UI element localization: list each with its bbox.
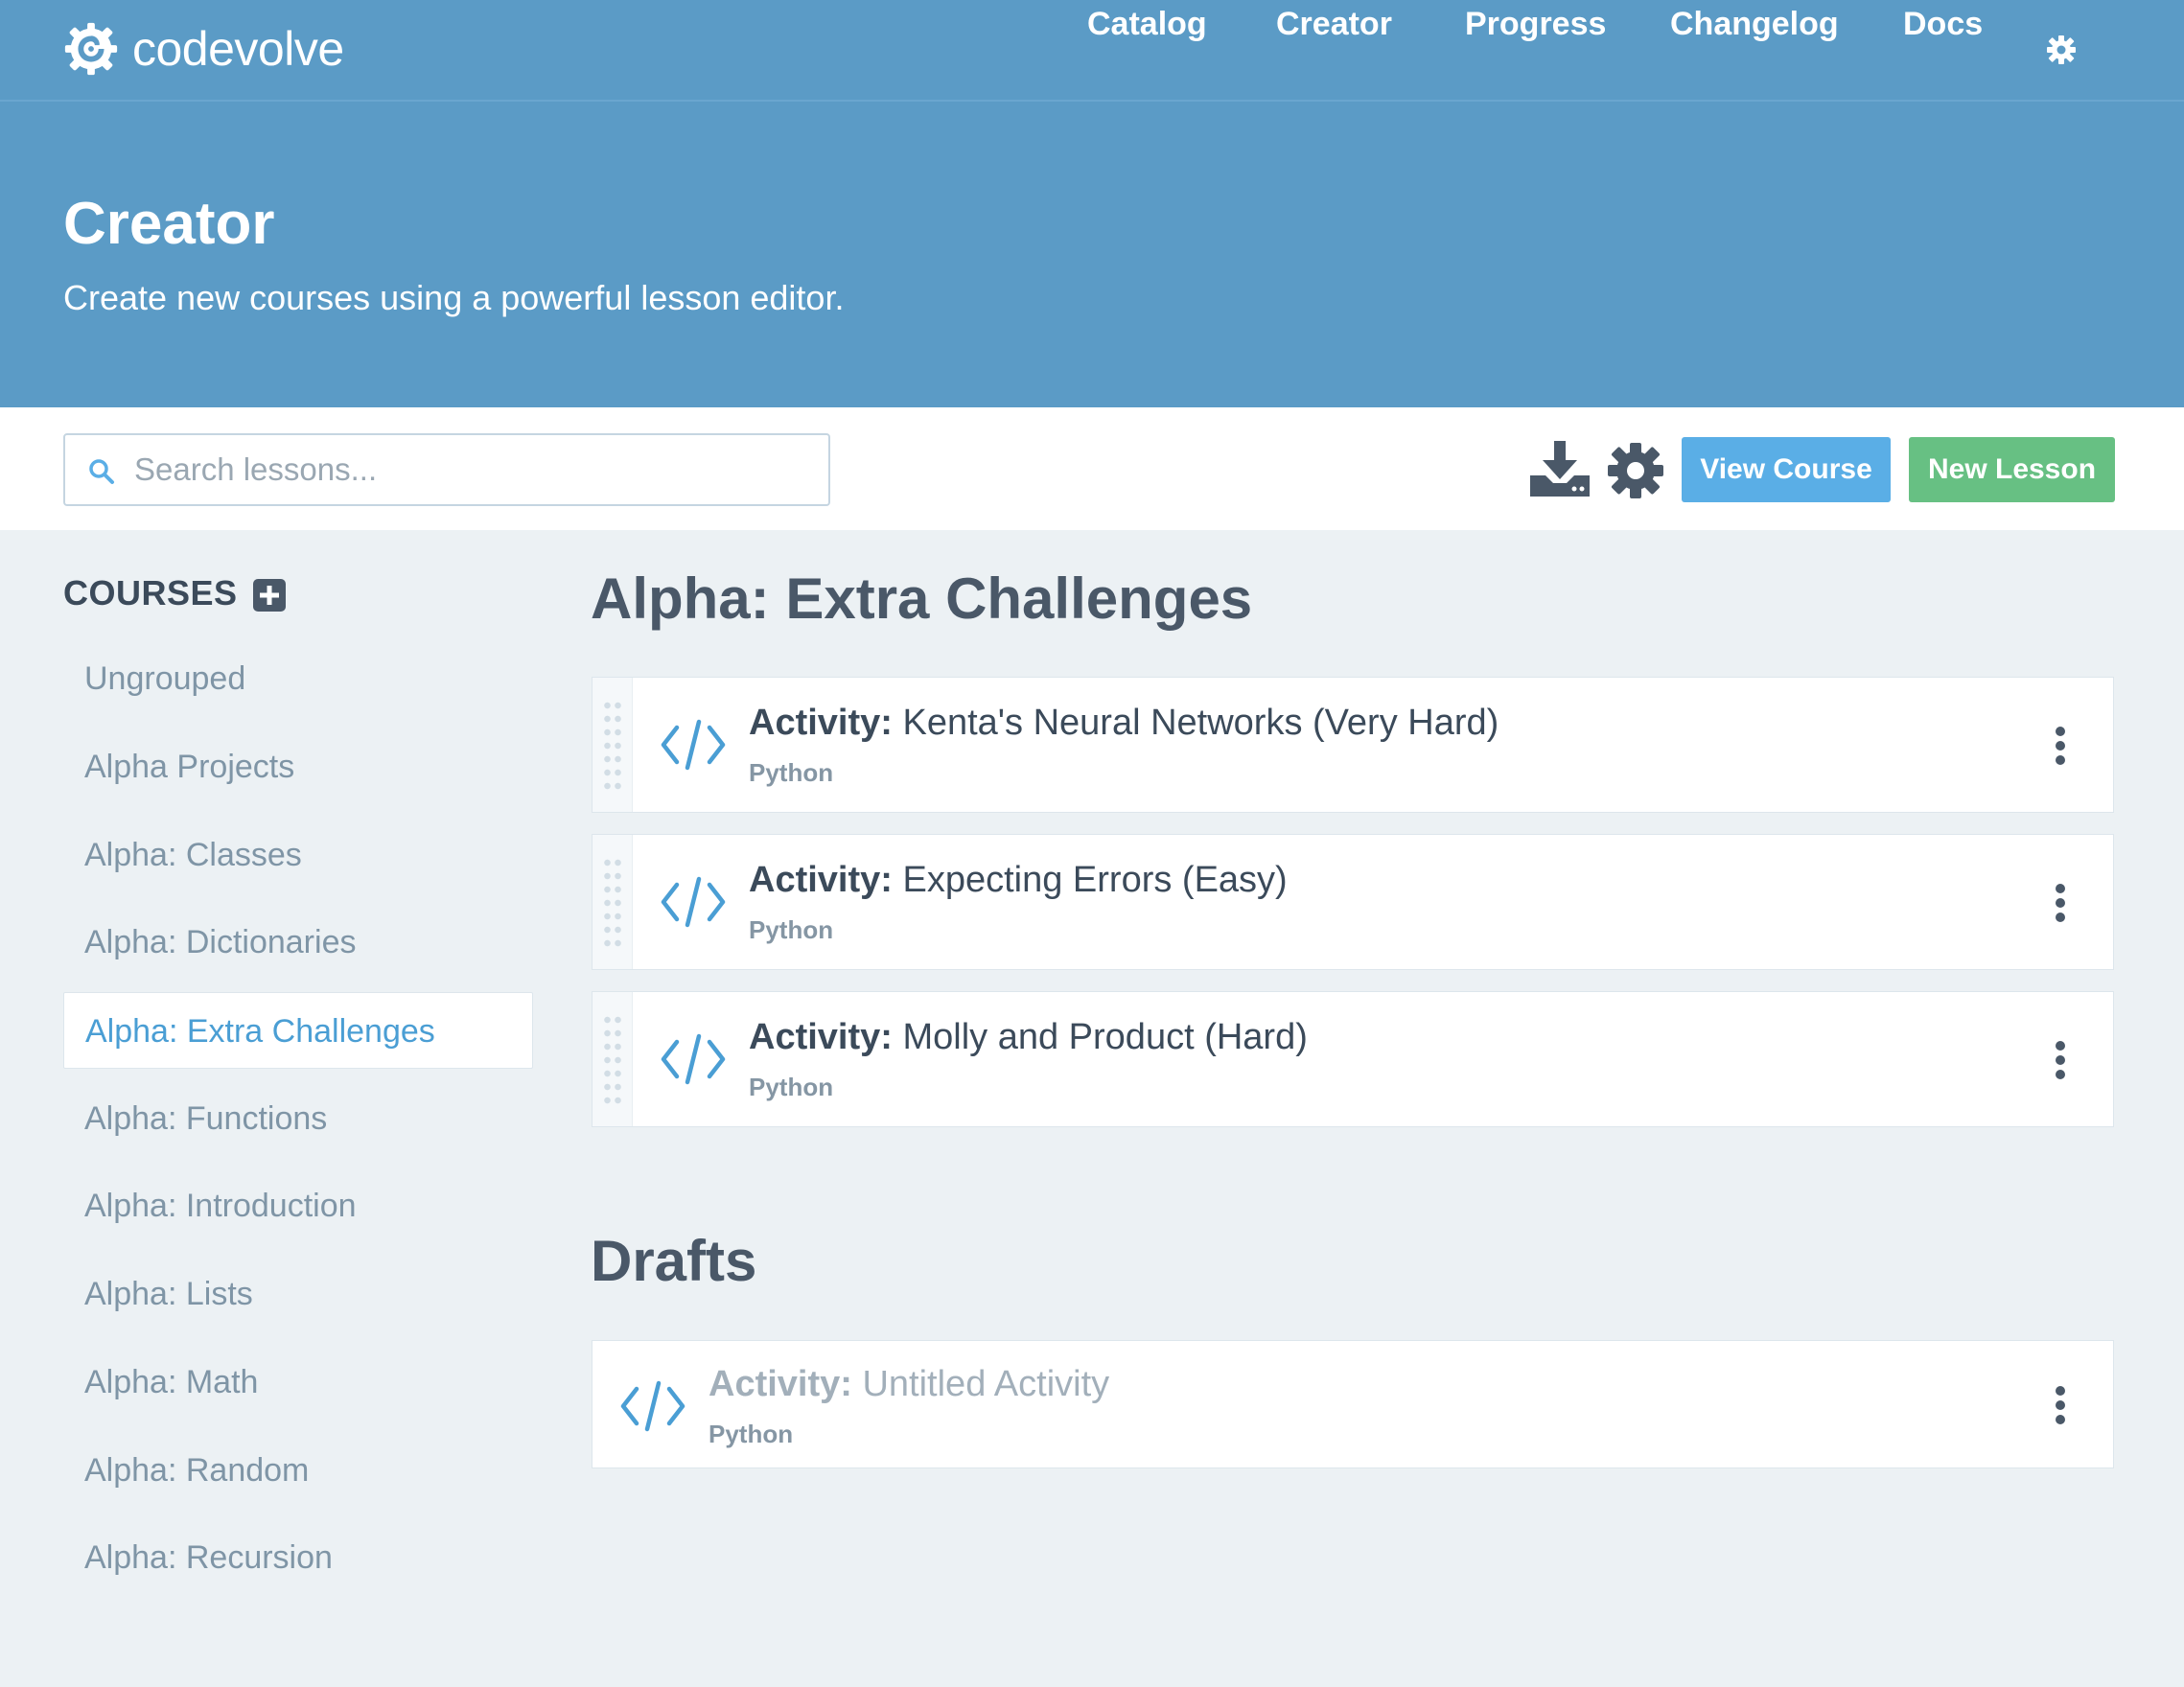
search-icon [89,459,114,484]
lesson-title[interactable]: Activity: Kenta's Neural Networks (Very … [749,703,1499,744]
lesson-type: Activity: [709,1364,852,1404]
course-item-alpha-math[interactable]: Alpha: Math [63,1344,533,1421]
course-item-alpha-classes[interactable]: Alpha: Classes [63,817,533,893]
lesson-toolbar: View Course New Lesson [0,407,2184,530]
nav-link-docs[interactable]: Docs [1903,0,1983,48]
view-course-button[interactable]: View Course [1682,437,1891,502]
lesson-language: Python [749,758,834,787]
lesson-title[interactable]: Activity: Expecting Errors (Easy) [749,860,1288,901]
drag-handle-icon[interactable] [592,992,633,1126]
course-item-ungrouped[interactable]: Ungrouped [63,640,533,717]
courses-heading: COURSES [63,573,238,612]
lesson-name: Kenta's Neural Networks (Very Hard) [902,703,1499,743]
new-lesson-button[interactable]: New Lesson [1909,437,2115,502]
download-icon[interactable] [1530,441,1590,497]
course-item-alpha-dictionaries[interactable]: Alpha: Dictionaries [63,904,533,981]
nav-link-changelog[interactable]: Changelog [1670,0,1839,48]
course-item-alpha-projects[interactable]: Alpha Projects [63,728,533,805]
course-item-alpha-random[interactable]: Alpha: Random [63,1432,533,1509]
page-title: Creator [63,191,275,257]
plus-square-icon[interactable] [253,579,286,612]
lesson-language: Python [709,1420,794,1448]
course-item-alpha-recursion[interactable]: Alpha: Recursion [63,1519,533,1596]
brand-name: codevolve [132,22,344,76]
code-brackets-icon [661,719,726,771]
lesson-name: Expecting Errors (Easy) [902,860,1288,900]
drag-handle-icon[interactable] [592,678,633,812]
course-title: Alpha: Extra Challenges [591,566,1253,631]
lesson-name: Molly and Product (Hard) [902,1017,1308,1057]
lesson-type: Activity: [749,1017,893,1057]
search-input[interactable] [134,435,805,504]
code-brackets-icon [661,876,726,928]
brand-logo[interactable]: codevolve [61,17,344,81]
drag-handle-icon[interactable] [592,835,633,969]
draft-lesson-card[interactable]: Activity: Untitled Activity Python [592,1340,2114,1468]
course-item-alpha-lists[interactable]: Alpha: Lists [63,1256,533,1332]
lesson-card[interactable]: Activity: Kenta's Neural Networks (Very … [592,677,2114,813]
code-brackets-icon [661,1033,726,1085]
page-hero: Creator Create new courses using a power… [0,102,2184,407]
lesson-title[interactable]: Activity: Untitled Activity [709,1364,1109,1405]
vertical-ellipsis-icon[interactable] [2054,1040,2067,1080]
code-brackets-icon [620,1380,685,1432]
nav-link-progress[interactable]: Progress [1465,0,1606,48]
course-item-alpha-functions[interactable]: Alpha: Functions [63,1080,533,1157]
page-subtitle: Create new courses using a powerful less… [63,278,845,317]
course-item-alpha-extra-challenges[interactable]: Alpha: Extra Challenges [63,992,533,1069]
lesson-name: Untitled Activity [862,1364,1110,1404]
vertical-ellipsis-icon[interactable] [2054,1385,2067,1425]
lesson-language: Python [749,915,834,944]
lesson-card[interactable]: Activity: Expecting Errors (Easy) Python [592,834,2114,970]
nav-link-catalog[interactable]: Catalog [1087,0,1207,48]
drafts-title: Drafts [591,1229,757,1293]
lesson-language: Python [749,1073,834,1101]
top-navbar: codevolve Catalog Creator Progress Chang… [0,0,2184,102]
lesson-card[interactable]: Activity: Molly and Product (Hard) Pytho… [592,991,2114,1127]
lesson-title[interactable]: Activity: Molly and Product (Hard) [749,1017,1308,1058]
gear-swirl-logo-icon [64,22,118,76]
vertical-ellipsis-icon[interactable] [2054,883,2067,923]
vertical-ellipsis-icon[interactable] [2054,726,2067,766]
gear-icon[interactable] [2046,35,2077,65]
nav-link-creator[interactable]: Creator [1276,0,1392,48]
search-box[interactable] [63,433,830,506]
gear-icon[interactable] [1607,442,1664,499]
lesson-type: Activity: [749,703,893,743]
course-item-alpha-introduction[interactable]: Alpha: Introduction [63,1167,533,1244]
lesson-type: Activity: [749,860,893,900]
